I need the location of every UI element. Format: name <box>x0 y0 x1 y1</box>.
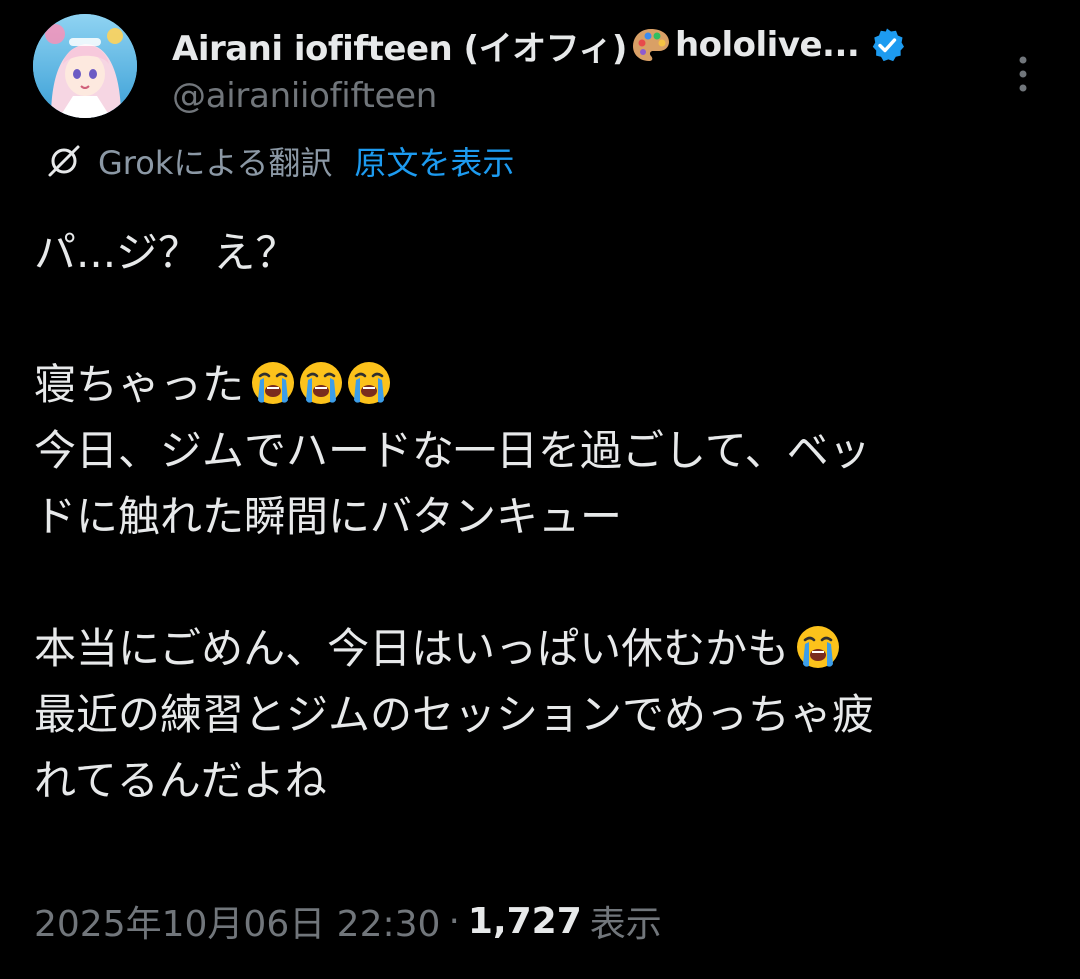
translation-label: Grokによる翻訳 <box>98 144 333 182</box>
palette-emoji-icon <box>631 25 671 65</box>
display-name-suffix[interactable]: hololive... <box>675 25 860 65</box>
tweet-text: パ...ジ？ え？ 寝ちゃった 今日、ジムでハードな一日を過ごして、ベッ ドに触… <box>34 220 1044 814</box>
tweet-line-text: 本当にごめん、今日はいっぱい休むかも <box>34 624 790 673</box>
more-options-icon[interactable] <box>1015 54 1031 94</box>
loudly-crying-face-emoji-icon <box>298 359 344 405</box>
timestamp[interactable]: 2025年10月06日 22:30 <box>34 895 440 947</box>
tweet: Airani iofifteen (イオフィ) hololive... @air… <box>0 0 1080 979</box>
tweet-line: 今日、ジムでハードな一日を過ごして、ベッ <box>34 426 871 475</box>
loudly-crying-face-emoji-icon <box>795 623 841 669</box>
tweet-line: れてるんだよね <box>34 756 327 805</box>
display-name[interactable]: Airani iofifteen (イオフィ) <box>172 21 627 70</box>
tweet-line-with-emoji: 本当にごめん、今日はいっぱい休むかも <box>34 616 1044 682</box>
loudly-crying-face-emoji-icon <box>346 359 392 405</box>
display-name-row[interactable]: Airani iofifteen (イオフィ) hololive... <box>172 21 992 70</box>
verified-badge-icon[interactable] <box>869 27 905 63</box>
tweet-line-text: 寝ちゃった <box>34 360 245 409</box>
tweet-line-with-emoji: 寝ちゃった <box>34 352 1044 418</box>
tweet-line: 最近の練習とジムのセッションでめっちゃ疲 <box>34 690 875 739</box>
views-count[interactable]: 1,727 <box>468 901 582 942</box>
avatar[interactable] <box>33 14 137 118</box>
author-handle[interactable]: @airaniiofifteen <box>172 76 992 116</box>
tweet-header: Airani iofifteen (イオフィ) hololive... @air… <box>33 14 1053 124</box>
translation-bar: Grokによる翻訳 原文を表示 <box>44 138 514 184</box>
tweet-meta: 2025年10月06日 22:30 · 1,727 表示 <box>34 892 662 950</box>
grok-icon <box>44 141 84 181</box>
meta-separator: · <box>448 900 460 942</box>
views-label: 表示 <box>589 904 662 945</box>
author-names: Airani iofifteen (イオフィ) hololive... @air… <box>172 22 992 116</box>
tweet-line: パ...ジ？ え？ <box>34 228 298 277</box>
show-original-link[interactable]: 原文を表示 <box>354 138 514 184</box>
tweet-line: ドに触れた瞬間にバタンキュー <box>34 492 623 541</box>
loudly-crying-face-emoji-icon <box>250 359 296 405</box>
